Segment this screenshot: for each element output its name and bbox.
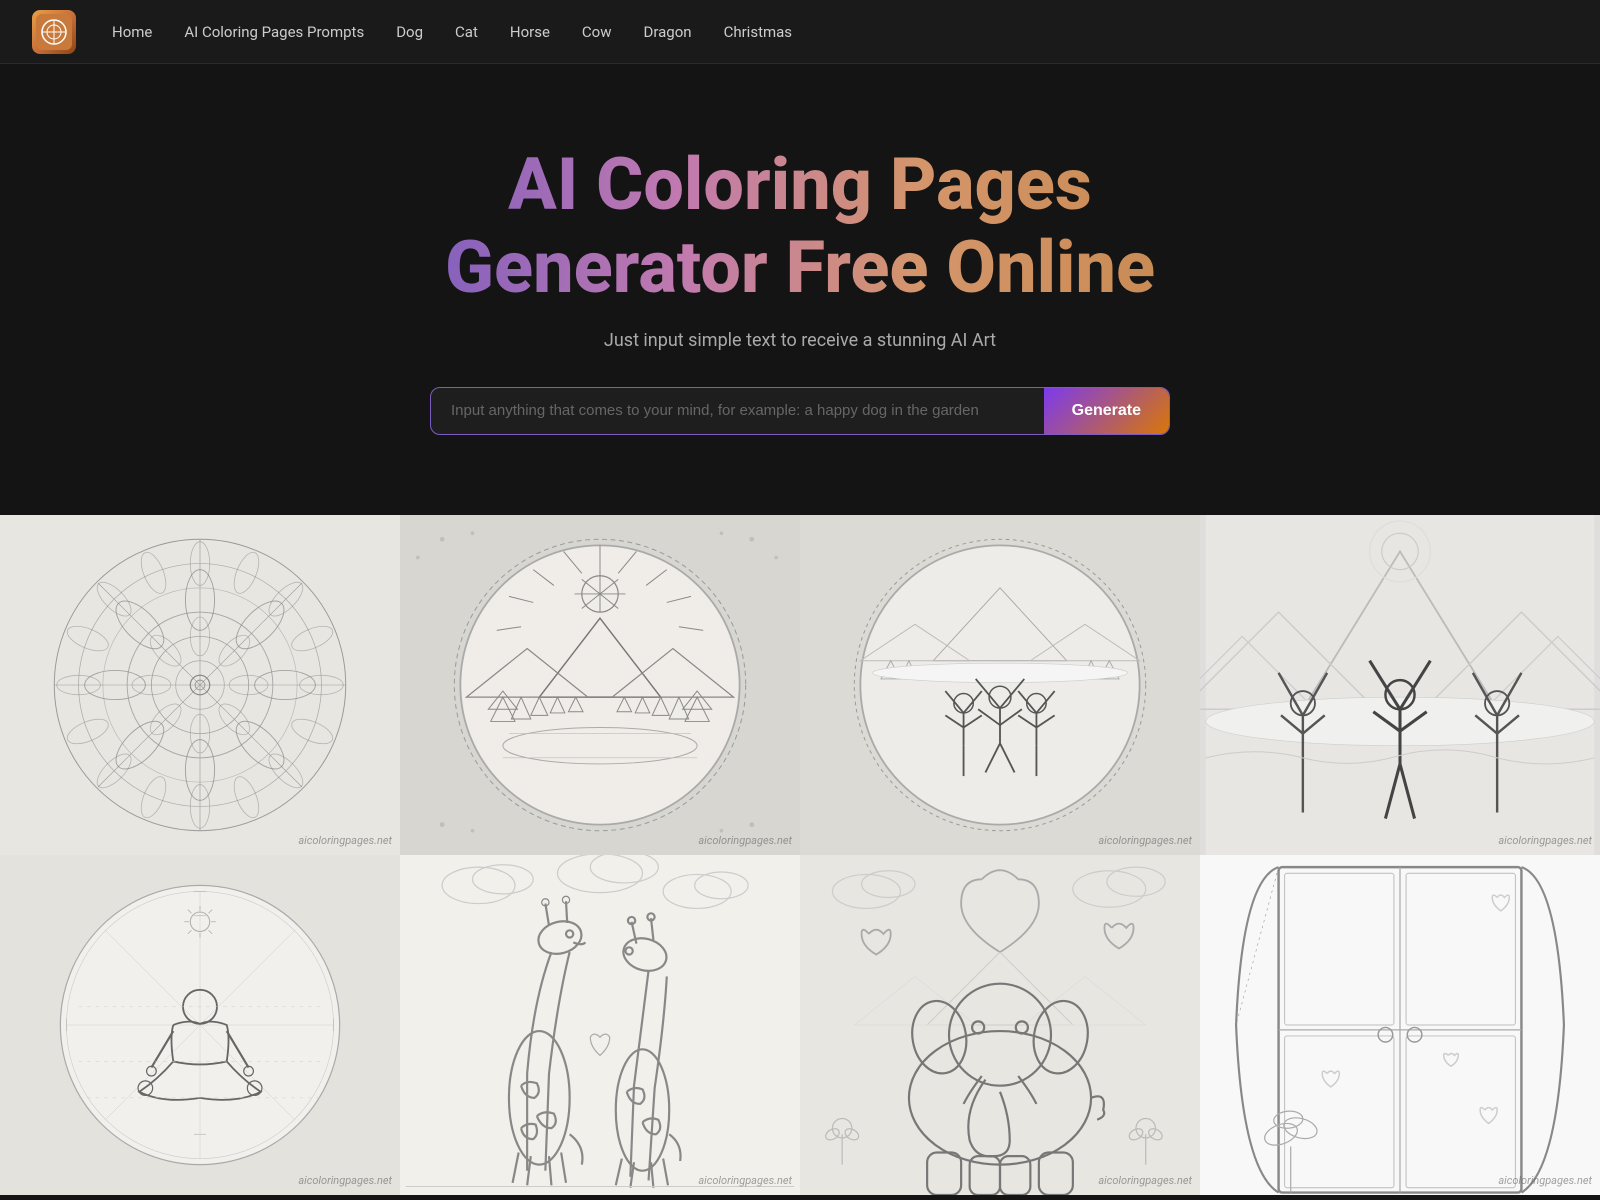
watermark: aicoloringpages.net [1098,834,1192,847]
navbar: Home AI Coloring Pages Prompts Dog Cat H… [0,0,1600,64]
watermark: aicoloringpages.net [1098,1174,1192,1187]
nav-christmas[interactable]: Christmas [712,17,804,47]
nav-cow[interactable]: Cow [570,17,624,47]
search-bar: Generate [430,387,1170,435]
watermark: aicoloringpages.net [298,1174,392,1187]
watermark: aicoloringpages.net [298,834,392,847]
gallery-item: aicoloringpages.net [800,515,1200,855]
gallery-item: aicoloringpages.net [400,515,800,855]
watermark: aicoloringpages.net [698,1174,792,1187]
nav-links: Home AI Coloring Pages Prompts Dog Cat H… [100,17,804,47]
watermark: aicoloringpages.net [1498,1174,1592,1187]
gallery-item: aicoloringpages.net [0,855,400,1195]
site-logo[interactable] [32,10,76,54]
gallery-item: aicoloringpages.net [800,855,1200,1195]
gallery-item: aicoloringpages.net [1200,855,1600,1195]
nav-home[interactable]: Home [100,17,164,47]
watermark: aicoloringpages.net [698,834,792,847]
hero-title: AI Coloring Pages Generator Free Online [400,144,1200,310]
watermark: aicoloringpages.net [1498,834,1592,847]
nav-prompts[interactable]: AI Coloring Pages Prompts [172,17,376,47]
nav-dog[interactable]: Dog [384,17,435,47]
nav-dragon[interactable]: Dragon [632,17,704,47]
gallery-item: aicoloringpages.net [400,855,800,1195]
search-input[interactable] [431,388,1044,434]
hero-section: AI Coloring Pages Generator Free Online … [0,64,1600,495]
gallery-item: aicoloringpages.net [0,515,400,855]
hero-subtitle: Just input simple text to receive a stun… [604,330,996,351]
nav-horse[interactable]: Horse [498,17,562,47]
gallery-grid: aicoloringpages.net [0,515,1600,1195]
generate-button[interactable]: Generate [1044,388,1169,434]
gallery-item: aicoloringpages.net [1200,515,1600,855]
nav-cat[interactable]: Cat [443,17,490,47]
